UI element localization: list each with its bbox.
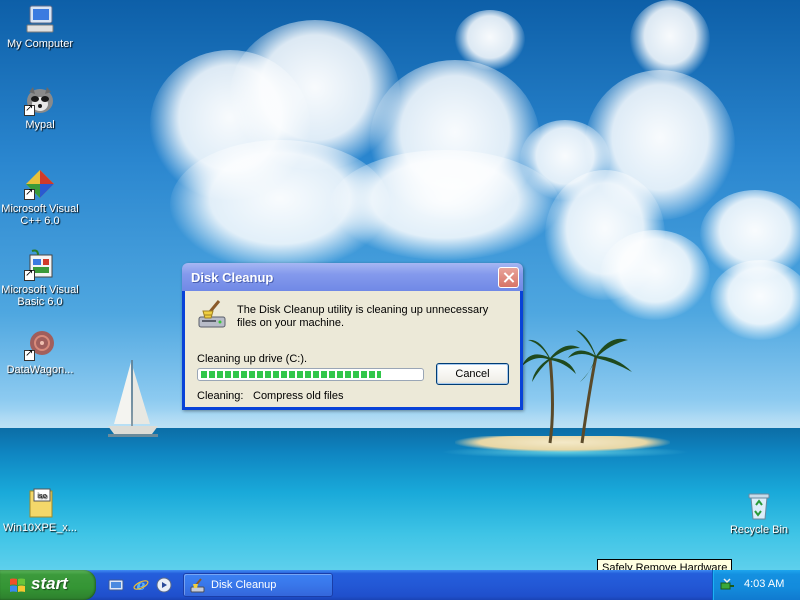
internet-explorer-icon[interactable]: e bbox=[133, 577, 149, 594]
dialog-body: The Disk Cleanup utility is cleaning up … bbox=[185, 291, 520, 407]
taskbar: start e Disk Cleanup 4:03 AM bbox=[0, 570, 800, 600]
start-label: start bbox=[31, 574, 68, 593]
desktop-icon-win10xpe-iso[interactable]: iso Win10XPE_x... bbox=[0, 487, 80, 534]
drive-label: Cleaning up drive (C:). bbox=[197, 353, 308, 365]
start-button[interactable]: start bbox=[0, 570, 96, 600]
dialog-message: The Disk Cleanup utility is cleaning up … bbox=[237, 304, 489, 329]
status-value: Compress old files bbox=[253, 390, 344, 402]
dialog-titlebar[interactable]: Disk Cleanup bbox=[182, 263, 523, 291]
desktop-icon-mypal[interactable]: Mypal bbox=[0, 84, 80, 131]
desktop-icon-visual-basic[interactable]: Microsoft Visual Basic 6.0 bbox=[0, 249, 80, 308]
datawagon-icon bbox=[24, 329, 56, 361]
cancel-button[interactable]: Cancel bbox=[436, 363, 509, 385]
system-tray: 4:03 AM bbox=[712, 570, 800, 600]
status-label: Cleaning: bbox=[197, 390, 244, 402]
desktop-icon-label: Mypal bbox=[25, 119, 55, 131]
sailboat bbox=[108, 360, 158, 437]
disk-cleanup-icon bbox=[190, 578, 206, 594]
desktop-icon-recycle-bin[interactable]: Recycle Bin bbox=[719, 489, 799, 536]
safely-remove-hardware-icon[interactable] bbox=[719, 577, 735, 593]
desktop-icon-label: Win10XPE_x... bbox=[3, 522, 77, 534]
svg-text:iso: iso bbox=[37, 492, 47, 500]
my-computer-icon bbox=[24, 3, 56, 35]
desktop-icon-label: Microsoft Visual Basic 6.0 bbox=[1, 284, 79, 308]
desktop-icon-label: Recycle Bin bbox=[729, 524, 789, 536]
disk-cleanup-icon bbox=[197, 299, 229, 331]
desktop-icon-my-computer[interactable]: My Computer bbox=[0, 3, 80, 50]
disk-cleanup-dialog: Disk Cleanup The Disk Cleanup utility is… bbox=[182, 263, 523, 410]
visual-basic-icon bbox=[24, 249, 56, 281]
media-player-icon[interactable] bbox=[156, 577, 172, 593]
progress-fill bbox=[201, 371, 381, 378]
desktop-icon-label: DataWagon... bbox=[6, 364, 74, 376]
cleanup-progress-bar bbox=[197, 368, 424, 381]
taskbar-button-label: Disk Cleanup bbox=[211, 579, 277, 591]
windows-logo-icon bbox=[9, 577, 26, 594]
mypal-raccoon-icon bbox=[24, 84, 56, 116]
desktop-icon-visual-cpp[interactable]: Microsoft Visual C++ 6.0 bbox=[0, 168, 80, 227]
recycle-bin-icon bbox=[743, 489, 775, 521]
desktop-icon-label: Microsoft Visual C++ 6.0 bbox=[1, 203, 79, 227]
palm-trees bbox=[522, 330, 632, 444]
visual-cpp-icon bbox=[24, 168, 56, 200]
desktop-icon-datawagon[interactable]: DataWagon... bbox=[0, 329, 80, 376]
show-desktop-icon[interactable] bbox=[108, 577, 124, 593]
desktop-icon-label: My Computer bbox=[6, 38, 74, 50]
svg-text:e: e bbox=[137, 578, 146, 593]
close-button[interactable] bbox=[498, 267, 519, 288]
iso-file-icon: iso bbox=[24, 487, 56, 519]
dialog-title: Disk Cleanup bbox=[191, 270, 274, 285]
tray-clock[interactable]: 4:03 AM bbox=[744, 578, 784, 590]
taskbar-button-disk-cleanup[interactable]: Disk Cleanup bbox=[183, 573, 333, 597]
